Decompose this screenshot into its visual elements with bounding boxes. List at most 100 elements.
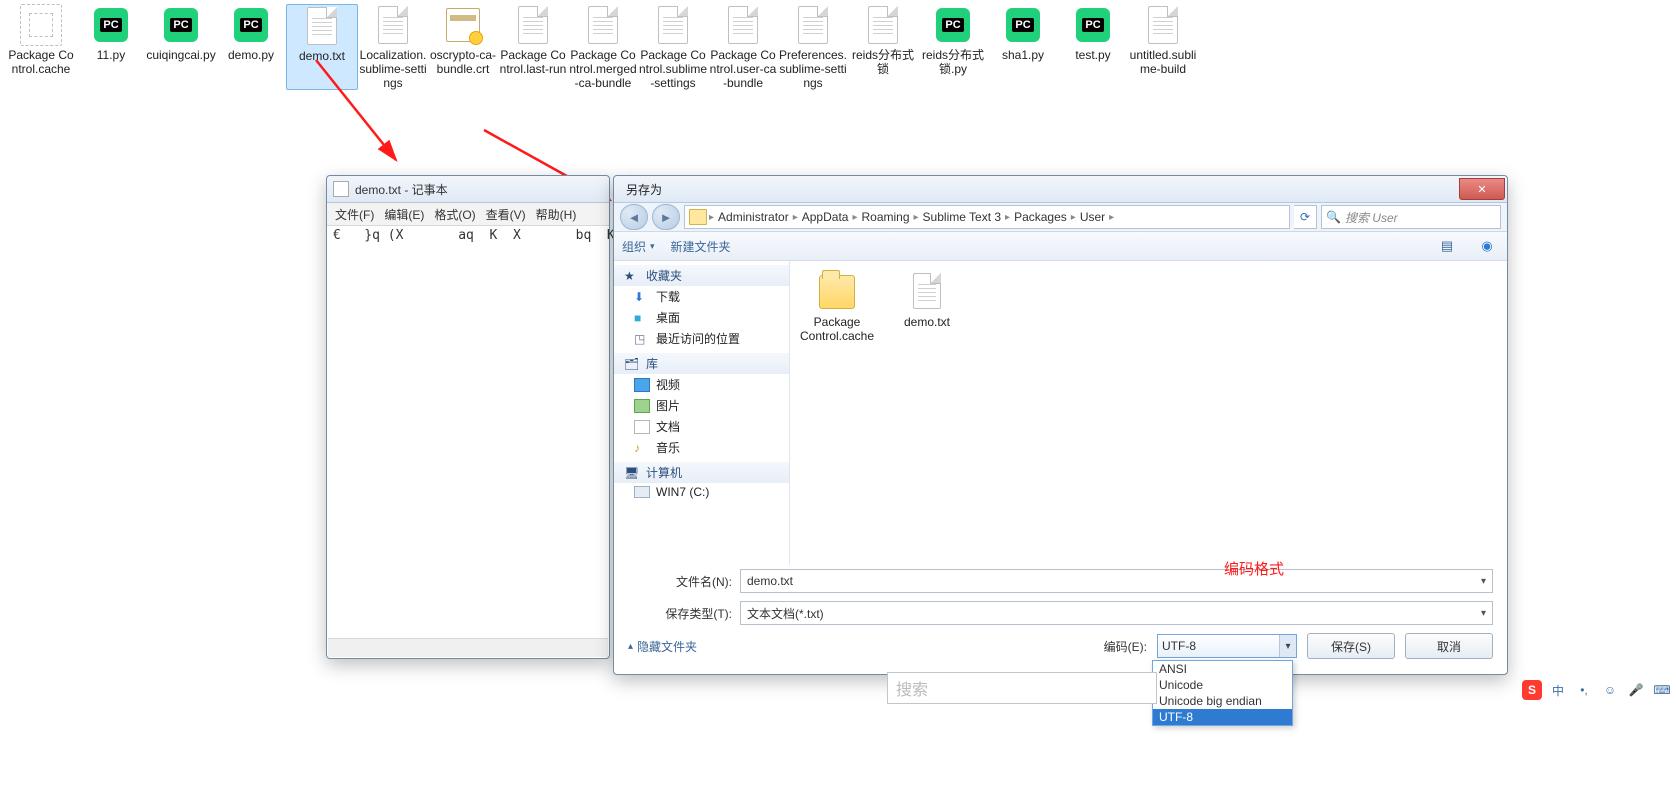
breadcrumb-segment[interactable]: AppData [800, 210, 851, 224]
desktop-file-item[interactable]: Localization.sublime-settings [358, 4, 428, 90]
desktop-file-item[interactable]: PCdemo.py [216, 4, 286, 90]
file-list-pane[interactable]: Package Control.cache demo.txt [790, 261, 1507, 565]
nav-item[interactable]: 视频 [614, 374, 789, 395]
encoding-select[interactable]: UTF-8 ▾ [1157, 634, 1297, 658]
breadcrumb-segment[interactable]: User [1078, 210, 1107, 224]
desktop-file-item[interactable]: oscrypto-ca-bundle.crt [428, 4, 498, 90]
bottom-search-input[interactable]: 搜索 [887, 672, 1157, 704]
chevron-right-icon: ▸ [1071, 212, 1076, 223]
nav-item[interactable]: 文档 [614, 416, 789, 437]
notepad-text-area[interactable]: € }q (X aq K X bq K u. [327, 226, 609, 245]
doc-file-icon [372, 4, 414, 46]
breadcrumb-segment[interactable]: Roaming [859, 210, 911, 224]
mus-icon: ♪ [634, 441, 650, 455]
chevron-up-icon: ▴ [628, 641, 633, 652]
ime-punct-button[interactable]: •, [1574, 680, 1594, 700]
drv-icon [634, 486, 650, 498]
breadcrumb[interactable]: ▸ Administrator▸AppData▸Roaming▸Sublime … [684, 205, 1290, 229]
nav-section-header[interactable]: ★收藏夹 [614, 265, 789, 286]
doc-file-icon [862, 4, 904, 46]
nav-section-header[interactable]: 🖥计算机 [614, 462, 789, 483]
doc-file-icon [582, 4, 624, 46]
close-button[interactable]: ✕ [1459, 178, 1505, 200]
doc-file-icon [1142, 4, 1184, 46]
menu-item[interactable]: 帮助(H) [536, 206, 577, 223]
nav-item[interactable]: ⬇下载 [614, 286, 789, 307]
recent-icon: ◳ [634, 332, 650, 346]
breadcrumb-segment[interactable]: Sublime Text 3 [921, 210, 1004, 224]
filename-input[interactable]: demo.txt ▾ [740, 569, 1493, 593]
breadcrumb-segment[interactable]: Packages [1012, 210, 1069, 224]
desktop-file-item[interactable]: demo.txt [286, 4, 358, 90]
menu-item[interactable]: 格式(O) [434, 206, 475, 223]
sogou-ime-icon[interactable]: S [1522, 680, 1542, 700]
hide-folders-link[interactable]: ▴ 隐藏文件夹 [628, 638, 697, 655]
desktop-file-item[interactable]: untitled.sublime-build [1128, 4, 1198, 90]
nav-item[interactable]: 图片 [614, 395, 789, 416]
savetype-label: 保存类型(T): [628, 605, 740, 622]
encoding-dropdown-list[interactable]: ANSIUnicodeUnicode big endianUTF-8 [1152, 660, 1293, 726]
desktop-file-item[interactable]: PC11.py [76, 4, 146, 90]
chevron-right-icon: ▸ [709, 212, 714, 223]
desktop-file-item[interactable]: Preferences.sublime-settings [778, 4, 848, 90]
nav-section-header[interactable]: 🗂库 [614, 353, 789, 374]
file-label: sha1.py [1002, 48, 1044, 62]
nav-item[interactable]: ◳最近访问的位置 [614, 328, 789, 349]
nav-back-button[interactable]: ◄ [620, 204, 648, 230]
nav-item[interactable]: WIN7 (C:) [614, 483, 789, 501]
encoding-label: 编码(E): [1104, 638, 1147, 655]
cancel-button[interactable]: 取消 [1405, 633, 1493, 659]
desktop-file-item[interactable]: PCsha1.py [988, 4, 1058, 90]
savetype-select[interactable]: 文本文档(*.txt) ▾ [740, 601, 1493, 625]
folder-icon [817, 271, 857, 311]
desktop-file-item[interactable]: Package Control.sublime-settings [638, 4, 708, 90]
navigation-pane[interactable]: ★收藏夹⬇下载■桌面◳最近访问的位置 🗂库视频图片文档♪音乐 🖥计算机 WIN7 (C… [614, 261, 790, 565]
nav-forward-button[interactable]: ► [652, 204, 680, 230]
desktop-file-item[interactable]: Package Control.user-ca-bundle [708, 4, 778, 90]
menu-item[interactable]: 查看(V) [486, 206, 526, 223]
notepad-menubar[interactable]: 文件(F) 编辑(E) 格式(O) 查看(V) 帮助(H) [327, 203, 609, 226]
ime-mic-button[interactable]: 🎤 [1626, 680, 1646, 700]
desktop-file-item[interactable]: reids分布式锁 [848, 4, 918, 90]
file-pane-item[interactable]: Package Control.cache [802, 271, 872, 343]
annotation-encoding-format: 编码格式 [1224, 558, 1284, 579]
view-mode-button[interactable]: ▤ [1435, 235, 1459, 257]
encoding-option[interactable]: Unicode [1153, 677, 1292, 693]
desktop-file-item[interactable]: Package Control.merged-ca-bundle [568, 4, 638, 90]
menu-item[interactable]: 文件(F) [335, 206, 374, 223]
nav-item[interactable]: ■桌面 [614, 307, 789, 328]
search-icon: 🔍 [1326, 210, 1341, 224]
encoding-option[interactable]: UTF-8 [1153, 709, 1292, 725]
desktop-file-item[interactable]: Package Control.cache [6, 4, 76, 90]
ime-emoji-button[interactable]: ☺ [1600, 680, 1620, 700]
ime-language-button[interactable]: 中 [1548, 680, 1568, 700]
cache-file-icon [20, 4, 62, 46]
ime-softkeyboard-button[interactable]: ⌨ [1652, 680, 1672, 700]
encoding-option[interactable]: Unicode big endian [1153, 693, 1292, 709]
organize-menu[interactable]: 组织 ▾ [622, 238, 655, 255]
saveas-title: 另存为 [626, 181, 1451, 198]
search-input[interactable]: 🔍 搜索 User [1321, 205, 1501, 229]
file-label: Package Control.cache [800, 315, 874, 343]
desktop-file-item[interactable]: PCcuiqingcai.py [146, 4, 216, 90]
saveas-titlebar[interactable]: 另存为 ✕ [614, 176, 1507, 203]
pc-file-icon: PC [932, 4, 974, 46]
new-folder-button[interactable]: 新建文件夹 [671, 238, 731, 255]
save-button[interactable]: 保存(S) [1307, 633, 1395, 659]
pc-file-icon: PC [1072, 4, 1114, 46]
savetype-row: 保存类型(T): 文本文档(*.txt) ▾ [628, 601, 1493, 625]
help-button[interactable]: ◉ [1475, 235, 1499, 257]
nav-item[interactable]: ♪音乐 [614, 437, 789, 458]
nav-item-label: WIN7 (C:) [656, 485, 709, 499]
encoding-option[interactable]: ANSI [1153, 661, 1292, 677]
menu-item[interactable]: 编辑(E) [384, 206, 424, 223]
notepad-titlebar[interactable]: demo.txt - 记事本 [327, 176, 609, 203]
desktop-file-item[interactable]: PCtest.py [1058, 4, 1128, 90]
refresh-button[interactable]: ⟳ [1294, 205, 1317, 229]
desktop-file-item[interactable]: PCreids分布式锁.py [918, 4, 988, 90]
file-label: reids分布式锁.py [918, 48, 988, 76]
breadcrumb-segment[interactable]: Administrator [716, 210, 791, 224]
pc-file-icon: PC [160, 4, 202, 46]
desktop-file-item[interactable]: Package Control.last-run [498, 4, 568, 90]
file-pane-item[interactable]: demo.txt [892, 271, 962, 329]
